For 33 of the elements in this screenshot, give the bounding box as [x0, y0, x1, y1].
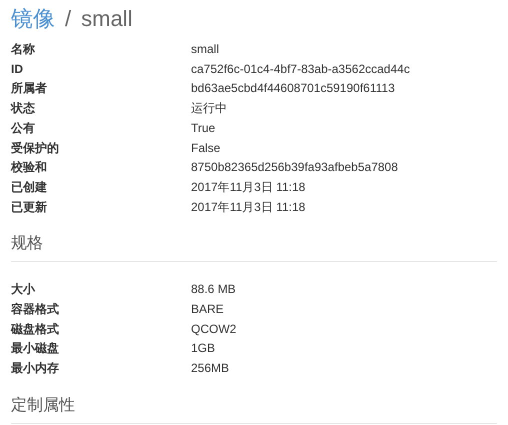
field-value: small	[191, 41, 220, 58]
field-label: 大小	[11, 281, 36, 298]
field-value: 256MB	[191, 360, 230, 378]
breadcrumb-separator: /	[65, 6, 72, 32]
field-value: 1GB	[191, 340, 216, 358]
field-label: 容器格式	[11, 301, 60, 318]
field-value: 运行中	[191, 100, 228, 118]
field-label: 磁盘格式	[11, 320, 60, 338]
page-title: small	[81, 6, 132, 32]
field-label: 最小内存	[11, 360, 60, 378]
field-label: 名称	[11, 41, 36, 58]
field-value: QCOW2	[191, 320, 238, 338]
field-label: ID	[11, 60, 24, 78]
breadcrumb-link[interactable]: 镜像	[11, 4, 55, 34]
field-value: True	[191, 120, 216, 137]
field-value: BARE	[191, 301, 225, 318]
field-value: False	[191, 140, 222, 157]
section-title: 定制属性	[11, 396, 76, 416]
field-value: bd63ae5cbd4f44608701c59190f61113	[191, 80, 396, 98]
section-title: 规格	[11, 234, 44, 254]
field-value: 2017年11月3日 11:18	[191, 198, 306, 216]
field-label: 状态	[11, 100, 36, 118]
field-value: 88.6 MB	[191, 281, 237, 298]
field-value: 2017年11月3日 11:18	[191, 178, 306, 196]
field-label: 已更新	[11, 198, 48, 216]
field-label: 已创建	[11, 178, 48, 196]
field-value: 8750b82365d256b39fa93afbeb5a7808	[191, 159, 399, 176]
field-value: ca752f6c-01c4-4bf7-83ab-a3562ccad44c	[191, 60, 411, 78]
field-label: 所属者	[11, 80, 48, 98]
field-label: 受保护的	[11, 140, 60, 157]
field-label: 公有	[11, 120, 36, 137]
field-label: 校验和	[11, 159, 48, 176]
field-label: 最小磁盘	[11, 340, 60, 358]
